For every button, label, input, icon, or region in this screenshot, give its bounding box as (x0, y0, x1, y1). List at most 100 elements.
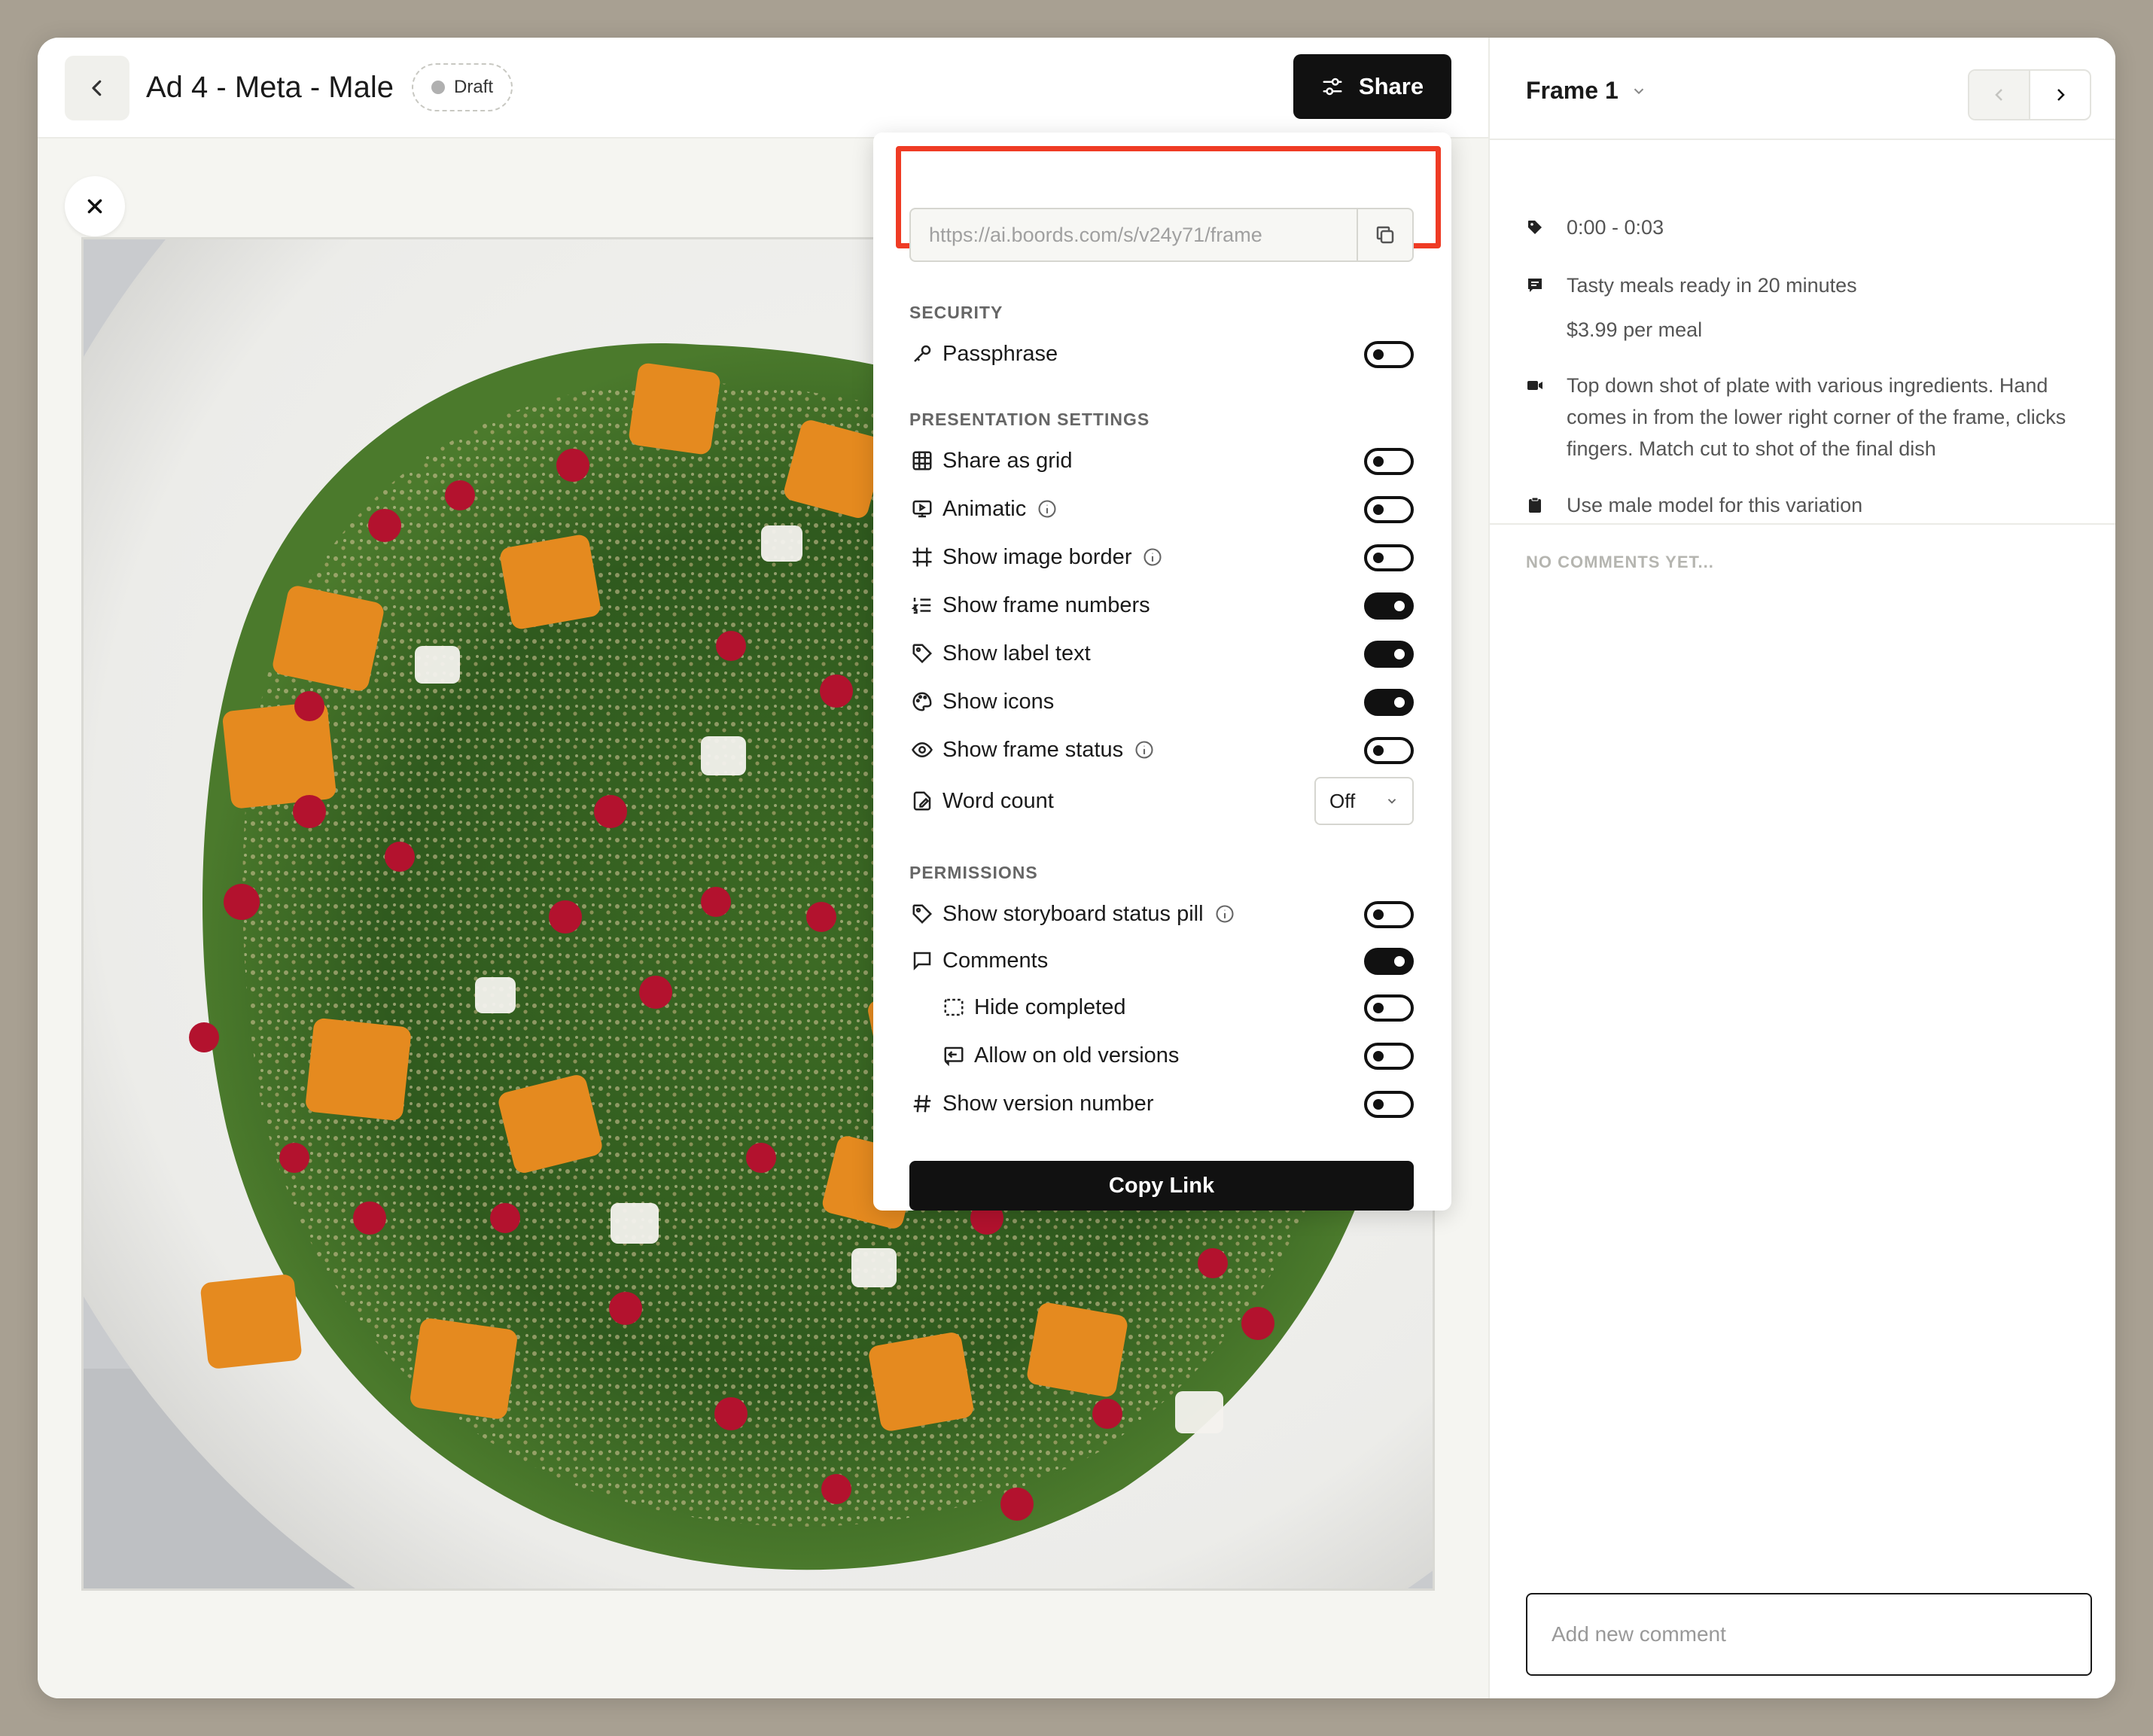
chevron-right-icon (2057, 89, 2065, 101)
copy-icon (1376, 226, 1394, 244)
time-range-row: 0:00 - 0:03 (1526, 212, 2083, 243)
note-text: Use male model for this variation (1567, 494, 1863, 516)
dashed-square-icon (941, 994, 967, 1020)
frame-navigation (1968, 69, 2091, 120)
show-frame-status-toggle[interactable] (1364, 737, 1414, 764)
option-share-as-grid-label: Share as grid (943, 448, 1073, 473)
option-show-icons-label: Show icons (943, 689, 1055, 714)
info-icon[interactable] (1134, 739, 1155, 760)
clipboard-icon (1526, 489, 1549, 521)
copy-url-button[interactable] (1357, 209, 1412, 260)
option-share-as-grid[interactable]: Share as grid (909, 440, 1414, 482)
main-area: Ad 4 - Meta - Male Draft Share https://a… (38, 38, 1488, 1698)
chevron-left-icon (1994, 89, 2002, 101)
comment-icon (909, 948, 935, 973)
passphrase-toggle[interactable] (1364, 341, 1414, 368)
tag-icon (909, 901, 935, 927)
video-camera-icon (1526, 370, 1549, 401)
show-frame-numbers-toggle[interactable] (1364, 592, 1414, 620)
frame-border-icon (909, 544, 935, 570)
key-icon (909, 341, 935, 367)
show-label-text-toggle[interactable] (1364, 641, 1414, 668)
option-allow-on-old-versions[interactable]: Allow on old versions (941, 1034, 1414, 1077)
share-dropdown: https://ai.boords.com/s/v24y71/frame SEC… (873, 132, 1451, 1211)
palette-icon (909, 689, 935, 714)
option-comments-label: Comments (943, 948, 1049, 973)
option-hide-completed-label: Hide completed (974, 994, 1126, 1019)
message-icon (1526, 270, 1549, 301)
info-icon[interactable] (1214, 903, 1235, 924)
previous-frame-button[interactable] (1969, 71, 2030, 119)
chevron-down-icon (1634, 88, 1643, 94)
app-window: Ad 4 - Meta - Male Draft Share https://a… (38, 38, 2115, 1698)
share-button[interactable]: Share (1293, 54, 1451, 119)
option-hide-completed[interactable]: Hide completed (941, 986, 1414, 1028)
share-url-text[interactable]: https://ai.boords.com/s/v24y71/frame (911, 224, 1357, 247)
frame-name: Frame 1 (1526, 77, 1619, 104)
show-version-number-toggle[interactable] (1364, 1091, 1414, 1118)
section-presentation: PRESENTATION SETTINGS (909, 410, 1150, 429)
back-button[interactable] (65, 56, 129, 120)
option-comments[interactable]: Comments (909, 940, 1414, 982)
document-edit-icon (909, 788, 935, 814)
next-frame-button[interactable] (2030, 71, 2090, 119)
comments-toggle[interactable] (1364, 948, 1414, 975)
share-as-grid-toggle[interactable] (1364, 448, 1414, 475)
close-button[interactable] (65, 176, 125, 236)
option-show-label-text[interactable]: Show label text (909, 632, 1414, 675)
show-storyboard-status-pill-toggle[interactable] (1364, 901, 1414, 928)
tag-icon (1526, 212, 1549, 243)
frame-details-panel: Frame 1 0:00 - 0:03 Tasty meals ready in… (1488, 38, 2115, 1698)
word-count-select[interactable]: Off (1314, 777, 1414, 825)
eye-icon (909, 737, 935, 763)
note-row: Use male model for this variation (1526, 489, 2083, 521)
divider (1490, 139, 2115, 140)
option-show-frame-status[interactable]: Show frame status (909, 729, 1414, 771)
comment-input[interactable]: Add new comment (1526, 1593, 2092, 1676)
tag-icon (909, 641, 935, 666)
info-icon[interactable] (1037, 498, 1058, 519)
top-bar: Ad 4 - Meta - Male Draft Share (38, 38, 1488, 139)
no-comments-label: NO COMMENTS YET... (1526, 553, 1714, 571)
option-show-frame-numbers[interactable]: Show frame numbers (909, 584, 1414, 626)
animatic-toggle[interactable] (1364, 496, 1414, 523)
hide-completed-toggle[interactable] (1364, 994, 1414, 1022)
info-icon[interactable] (1142, 547, 1163, 568)
copy-link-button[interactable]: Copy Link (909, 1161, 1414, 1211)
option-show-storyboard-status-pill[interactable]: Show storyboard status pill (909, 893, 1414, 935)
share-url-field[interactable]: https://ai.boords.com/s/v24y71/frame (909, 208, 1414, 262)
chevron-down-icon (1387, 799, 1396, 804)
numbered-list-icon (909, 592, 935, 618)
label-text-line2: $3.99 per meal (1567, 318, 1703, 341)
option-word-count[interactable]: Word count Off (909, 777, 1414, 825)
show-image-border-toggle[interactable] (1364, 544, 1414, 571)
time-range-text: 0:00 - 0:03 (1567, 216, 1664, 239)
close-icon (87, 199, 102, 214)
show-icons-toggle[interactable] (1364, 689, 1414, 716)
option-show-version-number[interactable]: Show version number (909, 1083, 1414, 1125)
share-button-label: Share (1358, 73, 1424, 99)
grid-icon (909, 448, 935, 474)
option-passphrase[interactable]: Passphrase (909, 333, 1414, 375)
status-dot (431, 81, 445, 94)
option-show-frame-status-label: Show frame status (943, 737, 1124, 762)
section-permissions: PERMISSIONS (909, 863, 1038, 882)
frame-selector[interactable]: Frame 1 (1526, 77, 1647, 105)
option-passphrase-label: Passphrase (943, 341, 1058, 366)
option-animatic-label: Animatic (943, 496, 1027, 521)
action-text-row: Top down shot of plate with various ingr… (1526, 370, 2083, 464)
presentation-play-icon (909, 496, 935, 522)
status-badge-label: Draft (454, 77, 494, 97)
option-show-label-text-label: Show label text (943, 641, 1091, 665)
section-security: SECURITY (909, 303, 1003, 322)
chevron-left-icon (92, 80, 102, 96)
option-word-count-label: Word count (943, 788, 1054, 813)
label-text-row: Tasty meals ready in 20 minutes (1526, 270, 2083, 301)
option-show-image-border[interactable]: Show image border (909, 536, 1414, 578)
allow-on-old-versions-toggle[interactable] (1364, 1043, 1414, 1070)
option-animatic[interactable]: Animatic (909, 488, 1414, 530)
option-show-icons[interactable]: Show icons (909, 681, 1414, 723)
status-badge[interactable]: Draft (412, 63, 513, 111)
hash-icon (909, 1091, 935, 1116)
divider (1490, 523, 2115, 525)
